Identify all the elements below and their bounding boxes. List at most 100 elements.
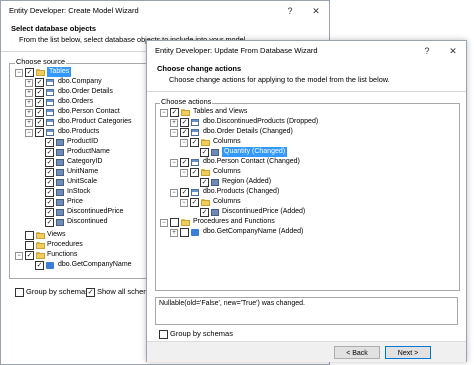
checkbox[interactable]: ✓ xyxy=(190,168,199,177)
checkbox[interactable]: ✓ xyxy=(35,98,44,107)
table-icon xyxy=(46,89,54,96)
collapse-icon[interactable]: − xyxy=(170,159,178,167)
expand-icon[interactable]: + xyxy=(25,79,33,87)
actions-tree[interactable] xyxy=(155,103,460,291)
checkbox[interactable]: ✓ xyxy=(180,188,189,197)
tree-label: Region (Added) xyxy=(222,178,272,185)
checkbox[interactable]: ✓ xyxy=(45,178,54,187)
collapse-icon[interactable]: − xyxy=(170,129,178,137)
table-icon xyxy=(191,159,199,166)
checkbox[interactable]: ✓ xyxy=(45,168,54,177)
function-icon xyxy=(191,229,199,236)
checkbox[interactable] xyxy=(25,231,34,240)
column-icon xyxy=(56,169,64,176)
show-all-schemas-checkbox[interactable]: ✓ xyxy=(86,288,95,297)
title-bar: Entity Developer: Create Model Wizard ? … xyxy=(1,1,329,21)
checkbox[interactable]: ✓ xyxy=(45,218,54,227)
checkbox[interactable]: ✓ xyxy=(180,128,189,137)
checkbox[interactable]: ✓ xyxy=(190,138,199,147)
header-title: Select database objects xyxy=(11,24,97,33)
expand-icon[interactable]: + xyxy=(170,229,178,237)
close-icon[interactable]: ✕ xyxy=(303,1,329,21)
checkbox[interactable] xyxy=(25,241,34,250)
checkbox[interactable] xyxy=(180,228,189,237)
checkbox[interactable]: ✓ xyxy=(200,178,209,187)
close-icon[interactable]: ✕ xyxy=(440,41,466,61)
checkbox[interactable]: ✓ xyxy=(25,68,34,77)
tree-label: InStock xyxy=(67,188,91,195)
folder-icon xyxy=(36,69,45,76)
expand-icon[interactable]: + xyxy=(25,109,33,117)
collapse-icon[interactable]: − xyxy=(170,189,178,197)
checkbox[interactable]: ✓ xyxy=(25,251,34,260)
expand-icon[interactable]: + xyxy=(25,119,33,127)
table-icon xyxy=(46,99,54,106)
collapse-icon[interactable]: − xyxy=(160,219,168,227)
folder-icon xyxy=(181,219,190,226)
tree-label: dbo.GetCompanyName xyxy=(58,261,132,268)
tree-label: dbo.Order Details (Changed) xyxy=(203,128,293,135)
tree-label: dbo.Products (Changed) xyxy=(203,188,280,195)
tree-label: Columns xyxy=(213,198,241,205)
button-bar: < Back Next > xyxy=(147,341,466,362)
help-icon[interactable]: ? xyxy=(277,1,303,21)
checkbox[interactable] xyxy=(170,218,179,227)
table-icon xyxy=(46,79,54,86)
checkbox[interactable]: ✓ xyxy=(35,118,44,127)
checkbox[interactable]: ✓ xyxy=(35,261,44,270)
column-icon xyxy=(56,179,64,186)
collapse-icon[interactable]: − xyxy=(15,252,23,260)
checkbox[interactable]: ✓ xyxy=(45,158,54,167)
help-icon[interactable]: ? xyxy=(414,41,440,61)
folder-icon xyxy=(201,139,210,146)
expand-icon[interactable]: + xyxy=(25,99,33,107)
checkbox[interactable]: ✓ xyxy=(45,188,54,197)
checkbox[interactable]: ✓ xyxy=(35,108,44,117)
checkbox[interactable]: ✓ xyxy=(180,158,189,167)
tree-label: Price xyxy=(67,198,83,205)
table-icon xyxy=(46,119,54,126)
table-icon xyxy=(46,129,54,136)
group-by-schemas-checkbox[interactable] xyxy=(15,288,24,297)
checkbox[interactable]: ✓ xyxy=(45,138,54,147)
checkbox[interactable]: ✓ xyxy=(200,208,209,217)
expand-icon[interactable]: + xyxy=(25,89,33,97)
checkbox[interactable]: ✓ xyxy=(45,208,54,217)
tree-label: Columns xyxy=(213,168,241,175)
collapse-icon[interactable]: − xyxy=(25,129,33,137)
checkbox[interactable]: ✓ xyxy=(190,198,199,207)
column-icon xyxy=(56,189,64,196)
checkbox[interactable]: ✓ xyxy=(200,148,209,157)
column-icon xyxy=(56,139,64,146)
back-button[interactable]: < Back xyxy=(334,346,380,359)
checkbox[interactable]: ✓ xyxy=(35,78,44,87)
expand-icon[interactable]: + xyxy=(170,119,178,127)
collapse-icon[interactable]: − xyxy=(180,139,188,147)
table-icon xyxy=(191,129,199,136)
tree-label: ProductID xyxy=(67,138,99,145)
checkbox[interactable]: ✓ xyxy=(170,108,179,117)
title-bar: Entity Developer: Update From Database W… xyxy=(147,41,466,61)
checkbox[interactable]: ✓ xyxy=(180,118,189,127)
collapse-icon[interactable]: − xyxy=(160,109,168,117)
folder-icon xyxy=(201,199,210,206)
checkbox[interactable]: ✓ xyxy=(35,128,44,137)
tree-label: CategoryID xyxy=(67,158,103,165)
collapse-icon[interactable]: − xyxy=(180,199,188,207)
table-icon xyxy=(46,109,54,116)
group-by-schemas-checkbox[interactable] xyxy=(159,330,168,339)
column-icon xyxy=(56,219,64,226)
collapse-icon[interactable]: − xyxy=(180,169,188,177)
collapse-icon[interactable]: − xyxy=(15,69,23,77)
group-by-schemas-label: Group by schemas xyxy=(170,329,233,338)
folder-icon xyxy=(181,109,190,116)
checkbox[interactable]: ✓ xyxy=(45,198,54,207)
column-icon xyxy=(56,199,64,206)
next-button[interactable]: Next > xyxy=(385,346,431,359)
window-title: Entity Developer: Update From Database W… xyxy=(155,46,318,55)
column-icon xyxy=(56,149,64,156)
checkbox[interactable]: ✓ xyxy=(45,148,54,157)
checkbox[interactable]: ✓ xyxy=(35,88,44,97)
tree-label: Functions xyxy=(47,251,78,258)
folder-icon xyxy=(36,252,45,259)
